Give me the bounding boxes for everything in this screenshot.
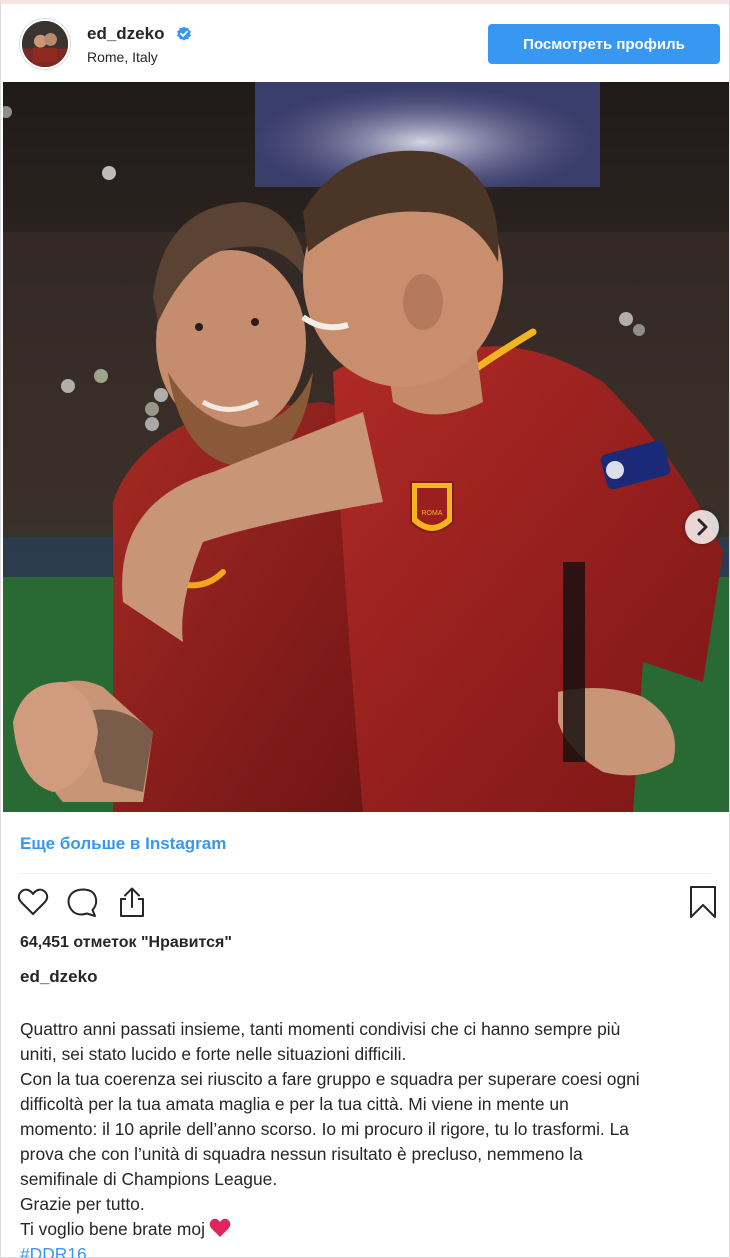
- caption-line: momento: il 10 aprile dell’anno scorso. …: [20, 1119, 629, 1139]
- caption-line: uniti, sei stato lucido e forte nelle si…: [20, 1044, 407, 1064]
- post-photo[interactable]: ROMA: [3, 82, 729, 812]
- share-icon: [120, 887, 144, 917]
- more-on-instagram-link[interactable]: Еще больше в Instagram: [20, 834, 226, 854]
- red-heart-icon: [209, 1218, 231, 1237]
- caption-line: prova che con l’unità di squadra nessun …: [20, 1144, 583, 1164]
- bookmark-icon: [690, 886, 716, 918]
- caption-line: semifinale di Champions League.: [20, 1169, 278, 1189]
- save-button[interactable]: [685, 884, 721, 920]
- caption-line: difficoltà per la tua amata maglia e per…: [20, 1094, 569, 1114]
- caption-username[interactable]: ed_dzeko: [20, 967, 97, 987]
- caption-line-with-emoji: Ti voglio bene brate moj: [20, 1217, 720, 1242]
- divider: [19, 873, 711, 874]
- username[interactable]: ed_dzeko: [87, 24, 164, 44]
- instagram-embed: ed_dzeko Rome, Italy Посмотреть профиль: [0, 0, 730, 1258]
- caption-line-text: Ti voglio bene brate moj: [20, 1219, 205, 1239]
- view-profile-button[interactable]: Посмотреть профиль: [488, 24, 720, 64]
- comment-button[interactable]: [64, 884, 100, 920]
- avatar[interactable]: [20, 19, 70, 69]
- verified-badge-icon: [176, 26, 192, 42]
- next-photo-button[interactable]: [685, 510, 719, 544]
- heart-icon: [17, 888, 49, 915]
- share-button[interactable]: [114, 884, 150, 920]
- comment-bubble-icon: [67, 888, 98, 917]
- caption-line: Con la tua coerenza sei riuscito a fare …: [20, 1069, 640, 1089]
- crest-text: ROMA: [422, 510, 443, 517]
- location-link[interactable]: Rome, Italy: [87, 49, 158, 65]
- post-header: ed_dzeko Rome, Italy Посмотреть профиль: [1, 4, 729, 82]
- hashtag-link[interactable]: #DDR16: [20, 1244, 87, 1258]
- like-button[interactable]: [15, 884, 51, 920]
- chevron-right-icon: [697, 518, 708, 536]
- likes-count[interactable]: 64,451 отметок "Нравится": [20, 934, 232, 952]
- caption-line: Quattro anni passati insieme, tanti mome…: [20, 1019, 621, 1039]
- caption: Quattro anni passati insieme, tanti mome…: [20, 1017, 720, 1258]
- caption-line: Grazie per tutto.: [20, 1194, 145, 1214]
